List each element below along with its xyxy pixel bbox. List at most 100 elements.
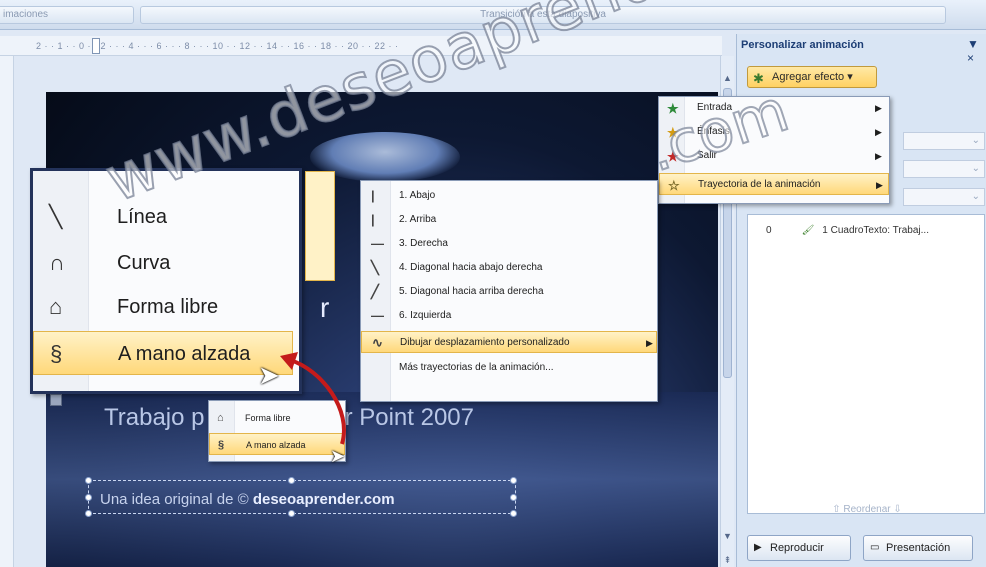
direction-dropdown[interactable]: ⌄ (903, 160, 985, 178)
scroll-up-arrow-icon[interactable]: ▲ (722, 72, 733, 84)
line-left-icon: — (371, 308, 384, 323)
mouse-cursor-icon: ➤ (330, 446, 346, 466)
play-button[interactable]: ▶ Reproducir (747, 535, 851, 561)
menu-item-forma-libre-zoom[interactable]: ⌂ Forma libre (33, 285, 293, 329)
menu-item-label: Énfasis (697, 126, 730, 137)
add-effect-label: Agregar efecto (772, 71, 845, 83)
menu-item-label: A mano alzada (118, 343, 251, 365)
submenu-arrow-icon: ▶ (876, 180, 883, 190)
transition-group-label: Transición a esta diapositiva (140, 6, 946, 24)
menu-item-entrada[interactable]: ★ Entrada ▶ (659, 97, 889, 119)
resize-handle[interactable] (85, 510, 92, 517)
slideshow-button[interactable]: ▭ Presentación (863, 535, 973, 561)
credit-site: deseoaprender.com (252, 491, 395, 508)
menu-item-trayectoria[interactable]: ☆ Trayectoria de la animación ▶ (659, 173, 889, 195)
motion-path-icon: 🖌 (801, 225, 815, 236)
animation-order-marker[interactable] (50, 394, 62, 406)
horizontal-ruler[interactable]: 2 · · 1 · · 0 · · 2 · · · 4 · · · 6 · · … (0, 36, 722, 56)
pane-close-icon[interactable]: ▼ × (967, 37, 986, 65)
speed-dropdown[interactable]: ⌄ (903, 188, 985, 206)
menu-item-derecha[interactable]: — 3. Derecha (361, 233, 657, 255)
menu-item-label: 6. Izquierda (399, 310, 452, 321)
prev-slide-icon[interactable]: ⇞ (722, 554, 733, 566)
credit-text[interactable]: Una idea original de © deseoaprender.com (100, 491, 395, 508)
start-dropdown[interactable]: ⌄ (903, 132, 985, 150)
pane-title: Personalizar animación (741, 39, 864, 51)
indent-marker[interactable] (92, 38, 100, 54)
list-item-number: 0 (766, 225, 772, 236)
menu-item-diagonal-arriba[interactable]: ╱ 5. Diagonal hacia arriba derecha (361, 281, 657, 303)
resize-handle[interactable] (85, 477, 92, 484)
reorder-label: Reordenar (843, 504, 891, 515)
star-red-icon: ★ (667, 149, 679, 164)
resize-handle[interactable] (288, 477, 295, 484)
motion-paths-menu: | 1. Abajo | 2. Arriba — 3. Derecha ╲ 4.… (360, 180, 658, 402)
star-green-icon: ★ (667, 101, 679, 116)
custom-path-icon: ∿ (372, 335, 383, 350)
menu-item-label: 5. Diagonal hacia arriba derecha (399, 286, 544, 297)
menu-item-label: Salir (697, 150, 718, 161)
menu-item-linea[interactable]: ╲ Línea (33, 195, 293, 239)
menu-item-label: Forma libre (117, 296, 219, 318)
play-button-label: Reproducir (770, 542, 824, 554)
animation-list-item[interactable]: 0 🖌 1 CuadroTexto: Trabaj... (766, 225, 929, 236)
reorder-control[interactable]: ⇧ Reordenar ⇩ (807, 501, 927, 519)
submenu-arrow-icon: ▶ (875, 127, 882, 137)
menu-item-label: Más trayectorias de la animación... (399, 362, 554, 373)
line-icon: ╲ (49, 204, 63, 229)
slide-subtitle[interactable]: Trabajo p rso de Power Point 2007 (104, 404, 718, 432)
menu-item-salir[interactable]: ★ Salir ▶ (659, 145, 889, 167)
menu-item-label: 4. Diagonal hacia abajo derecha (399, 262, 543, 273)
menu-item-mas-trayectorias[interactable]: Más trayectorias de la animación... (361, 357, 657, 379)
scroll-down-arrow-icon[interactable]: ▼ (722, 530, 733, 542)
title-fragment-right[interactable]: r (320, 292, 329, 324)
menu-item-diagonal-abajo[interactable]: ╲ 4. Diagonal hacia abajo derecha (361, 257, 657, 279)
menu-item-label: Curva (117, 252, 171, 274)
freeform-icon: ⌂ (49, 294, 63, 319)
resize-handle[interactable] (510, 477, 517, 484)
menu-item-mano-alzada-zoom[interactable]: § A mano alzada (33, 331, 293, 375)
menu-item-label: Línea (117, 206, 168, 228)
menu-item-label: Trayectoria de la animación (698, 179, 821, 190)
menu-item-curva[interactable]: ∩ Curva (33, 241, 293, 285)
submenu-arrow-icon: ▶ (875, 103, 882, 113)
ruler-marks: 2 · · 1 · · 0 · · 2 · · · 4 · · · 6 · · … (36, 41, 399, 51)
star-yellow-icon: ★ (667, 125, 679, 140)
submenu-arrow-icon: ▶ (875, 151, 882, 161)
resize-handle[interactable] (288, 510, 295, 517)
vertical-ruler[interactable] (0, 56, 14, 567)
play-icon: ▶ (754, 542, 762, 553)
menu-item-arriba[interactable]: | 2. Arriba (361, 209, 657, 231)
resize-handle[interactable] (510, 510, 517, 517)
menu-item-dibujar-personalizado[interactable]: ∿ Dibujar desplazamiento personalizado ▶ (361, 331, 657, 353)
add-effect-star-icon: ✱ (753, 71, 764, 86)
resize-handle[interactable] (510, 494, 517, 501)
credit-prefix: Una idea original de © (100, 491, 253, 508)
menu-item-label: 3. Derecha (399, 238, 448, 249)
mouse-cursor-icon: ➤ (258, 360, 280, 390)
menu-item-izquierda[interactable]: — 6. Izquierda (361, 305, 657, 327)
menu-item-label: 2. Arriba (399, 214, 437, 225)
scribble-icon: § (218, 439, 225, 451)
menu-item-label: Dibujar desplazamiento personalizado (400, 337, 570, 348)
animations-group-label: imaciones (0, 6, 134, 24)
menu-item-abajo[interactable]: | 1. Abajo (361, 185, 657, 207)
submenu-arrow-icon: ▶ (646, 338, 653, 348)
add-effect-button[interactable]: ✱ Agregar efecto ▾ (747, 66, 877, 88)
highlight-strip (305, 171, 335, 281)
line-right-icon: — (371, 236, 384, 251)
curve-icon: ∩ (49, 250, 65, 275)
line-down-icon: | (371, 188, 375, 203)
diag-up-icon: ╱ (371, 284, 379, 299)
menu-item-enfasis[interactable]: ★ Énfasis ▶ (659, 121, 889, 143)
menu-item-label: Entrada (697, 102, 733, 113)
list-item-label: 1 CuadroTexto: Trabaj... (822, 225, 929, 236)
scribble-icon: § (50, 341, 63, 366)
animation-list[interactable]: 0 🖌 1 CuadroTexto: Trabaj... (747, 214, 985, 514)
diag-down-icon: ╲ (371, 260, 379, 275)
resize-handle[interactable] (85, 494, 92, 501)
slideshow-icon: ▭ (870, 542, 880, 553)
add-effect-menu: ★ Entrada ▶ ★ Énfasis ▶ ★ Salir ▶ ☆ Tray… (658, 96, 890, 204)
top-ribbon-strip: imaciones Transición a esta diapositiva (0, 0, 986, 30)
slideshow-button-label: Presentación (886, 542, 951, 554)
